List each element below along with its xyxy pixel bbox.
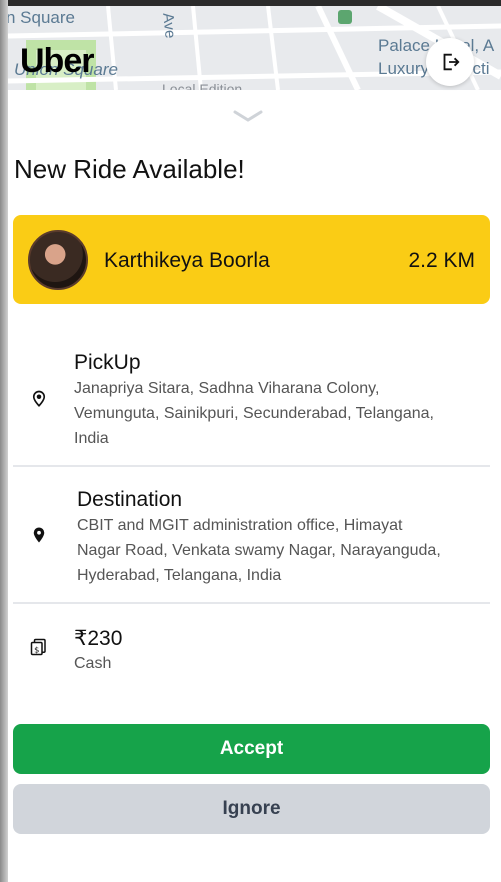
destination-label: Destination — [77, 488, 183, 511]
pickup-address-line: India — [74, 430, 109, 447]
logout-button[interactable] — [426, 38, 474, 86]
rider-card[interactable]: Karthikeya Boorla 2.2 KM — [13, 215, 490, 304]
pickup-address-line: Vemunguta, Sainikpuri, Secunderabad, Tel… — [74, 405, 434, 422]
map-label-ave: Ave — [159, 12, 179, 40]
destination-address-line: Hyderabad, Telangana, India — [77, 567, 282, 584]
left-edge-shadow — [0, 0, 8, 882]
location-pin-icon — [33, 527, 45, 543]
svg-text:$: $ — [34, 644, 39, 654]
destination-address: CBIT and MGIT administration office, Him… — [77, 513, 441, 588]
cash-icon: $ — [30, 638, 46, 656]
pickup-label: PickUp — [74, 351, 141, 374]
chevron-down-icon[interactable] — [232, 108, 264, 124]
accept-button[interactable]: Accept — [13, 724, 490, 774]
map-label-local-edition: Local Edition — [162, 81, 243, 90]
pickup-address-line: Janapriya Sitara, Sadhna Viharana Colony… — [74, 380, 380, 397]
ignore-button[interactable]: Ignore — [13, 784, 490, 834]
fare-method: Cash — [74, 655, 112, 672]
fare-amount: ₹230 — [74, 627, 123, 650]
pickup-pin-icon — [32, 390, 46, 407]
destination-address-line: Nagar Road, Venkata swamy Nagar, Narayan… — [77, 542, 441, 559]
destination-address-line: CBIT and MGIT administration office, Him… — [77, 517, 403, 534]
map-label-square: n Square — [8, 8, 75, 27]
page-title: New Ride Available! — [14, 154, 245, 184]
pickup-address: Janapriya Sitara, Sadhna Viharana Colony… — [74, 376, 434, 451]
divider — [13, 465, 490, 467]
rider-name: Karthikeya Boorla — [104, 249, 270, 272]
logout-icon — [443, 53, 460, 71]
divider — [13, 602, 490, 604]
uber-logo: Uber — [20, 42, 94, 80]
rider-distance: 2.2 KM — [408, 249, 475, 272]
avatar — [28, 230, 88, 290]
